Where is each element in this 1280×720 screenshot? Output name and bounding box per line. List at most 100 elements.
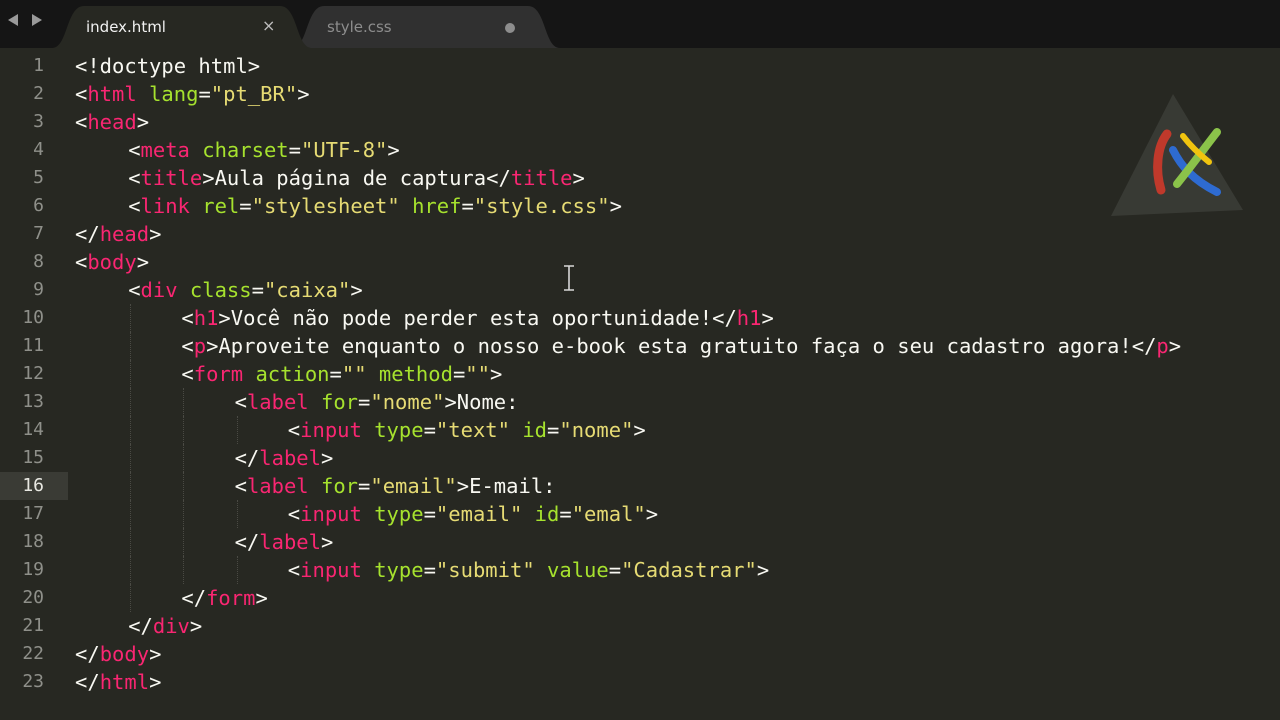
code-editor[interactable]: 1 2 3 4 5 6 7 8 9 10 11 12 13 14 15 16 17 18 19 20 21 22 23 <!… <box>0 48 1280 720</box>
code-token: rel <box>202 194 240 218</box>
code-line[interactable]: <!doctype html> <box>75 52 260 80</box>
code-token: method <box>378 362 453 386</box>
code-token: > <box>136 250 150 274</box>
code-token: id <box>522 418 548 442</box>
indent-guide <box>183 528 185 556</box>
code-line[interactable]: <meta charset="UTF-8"> <box>128 136 400 164</box>
code-line[interactable]: <head> <box>75 108 149 136</box>
code-line[interactable]: <input type="email" id="emal"> <box>288 500 658 528</box>
indent-guide <box>130 584 132 612</box>
indent-guide <box>130 556 132 584</box>
code-token: </ <box>234 530 260 554</box>
code-token: input <box>300 418 362 442</box>
code-line[interactable]: <p>Aproveite enquanto o nosso e-book est… <box>181 332 1181 360</box>
code-token: "stylesheet" <box>251 194 400 218</box>
code-token: < <box>287 418 301 442</box>
code-line[interactable]: </html> <box>75 668 161 696</box>
close-icon[interactable]: × <box>262 16 275 35</box>
indent-guide <box>236 556 238 584</box>
code-token: type <box>374 418 424 442</box>
code-token: html <box>87 82 137 106</box>
code-token: "UTF-8" <box>301 138 388 162</box>
code-line[interactable]: <div class="caixa"> <box>128 276 363 304</box>
code-token: for <box>321 390 359 414</box>
indent-guide <box>130 332 132 360</box>
line-number: 6 <box>33 195 44 216</box>
code-line[interactable]: <input type="text" id="nome"> <box>288 416 646 444</box>
line-number: 23 <box>22 671 44 692</box>
arrow-right-icon[interactable] <box>32 14 42 26</box>
indent-guide <box>130 500 132 528</box>
code-line[interactable]: </label> <box>235 444 334 472</box>
code-token: title <box>140 166 203 190</box>
code-line[interactable]: </head> <box>75 220 161 248</box>
code-token: "text" <box>435 418 510 442</box>
code-token: "pt_BR" <box>210 82 298 106</box>
code-token: < <box>181 362 194 386</box>
line-number: 5 <box>33 167 44 188</box>
line-number: 12 <box>22 363 44 384</box>
code-token: = <box>198 82 211 106</box>
code-token: </ <box>234 446 260 470</box>
indent-guide <box>130 416 132 444</box>
code-token: "style.css" <box>473 194 610 218</box>
code-token: "email" <box>370 474 457 498</box>
code-token: > <box>387 138 400 162</box>
code-token: < <box>75 250 88 274</box>
line-number: 17 <box>22 503 44 524</box>
indent-guide <box>130 360 132 388</box>
code-token: = <box>423 502 436 526</box>
code-token: > <box>761 306 774 330</box>
code-token: = <box>329 362 342 386</box>
code-token: > <box>149 642 162 666</box>
code-token: type <box>374 558 424 582</box>
code-line[interactable]: <label for="nome">Nome: <box>235 388 519 416</box>
code-line[interactable]: </label> <box>235 528 334 556</box>
code-token: > <box>255 586 268 610</box>
code-token: > <box>633 418 646 442</box>
tab-style-css[interactable]: style.css <box>292 6 560 48</box>
code-token: < <box>181 306 194 330</box>
code-token: = <box>423 558 436 582</box>
code-token: lang <box>149 82 199 106</box>
code-line[interactable]: </div> <box>128 612 202 640</box>
code-token: class <box>189 278 252 302</box>
code-line[interactable]: <h1>Você não pode perder esta oportunida… <box>181 304 773 332</box>
indent-guide <box>183 472 185 500</box>
line-number: 4 <box>33 139 44 160</box>
code-token: > <box>572 166 585 190</box>
code-token: < <box>75 82 88 106</box>
code-token: > <box>350 278 363 302</box>
indent-guide <box>183 500 185 528</box>
line-number: 13 <box>22 391 44 412</box>
line-number: 18 <box>22 531 44 552</box>
code-line[interactable]: <link rel="stylesheet" href="style.css"> <box>128 192 622 220</box>
code-line[interactable]: <input type="submit" value="Cadastrar"> <box>288 556 769 584</box>
code-token: >Nome: <box>444 390 519 414</box>
code-token: = <box>452 362 466 386</box>
code-line[interactable]: <body> <box>75 248 149 276</box>
indent-guide <box>236 416 238 444</box>
code-token: type <box>374 502 424 526</box>
code-line[interactable]: <form action="" method=""> <box>181 360 502 388</box>
arrow-left-icon[interactable] <box>8 14 18 26</box>
code-line[interactable]: <html lang="pt_BR"> <box>75 80 310 108</box>
unsaved-dot-icon[interactable] <box>505 23 515 33</box>
code-line[interactable]: </form> <box>181 584 267 612</box>
code-line[interactable]: <title>Aula página de captura</title> <box>128 164 585 192</box>
code-line[interactable]: <label for="email">E-mail: <box>235 472 556 500</box>
code-token: > <box>489 362 503 386</box>
code-token: = <box>423 418 436 442</box>
line-number: 21 <box>22 615 44 636</box>
code-token: html <box>99 670 150 694</box>
tab-index-html[interactable]: index.html × <box>52 6 312 48</box>
code-token: < <box>234 474 247 498</box>
code-line[interactable]: </body> <box>75 640 161 668</box>
code-token: head <box>99 222 150 246</box>
code-token: </ <box>75 670 100 694</box>
